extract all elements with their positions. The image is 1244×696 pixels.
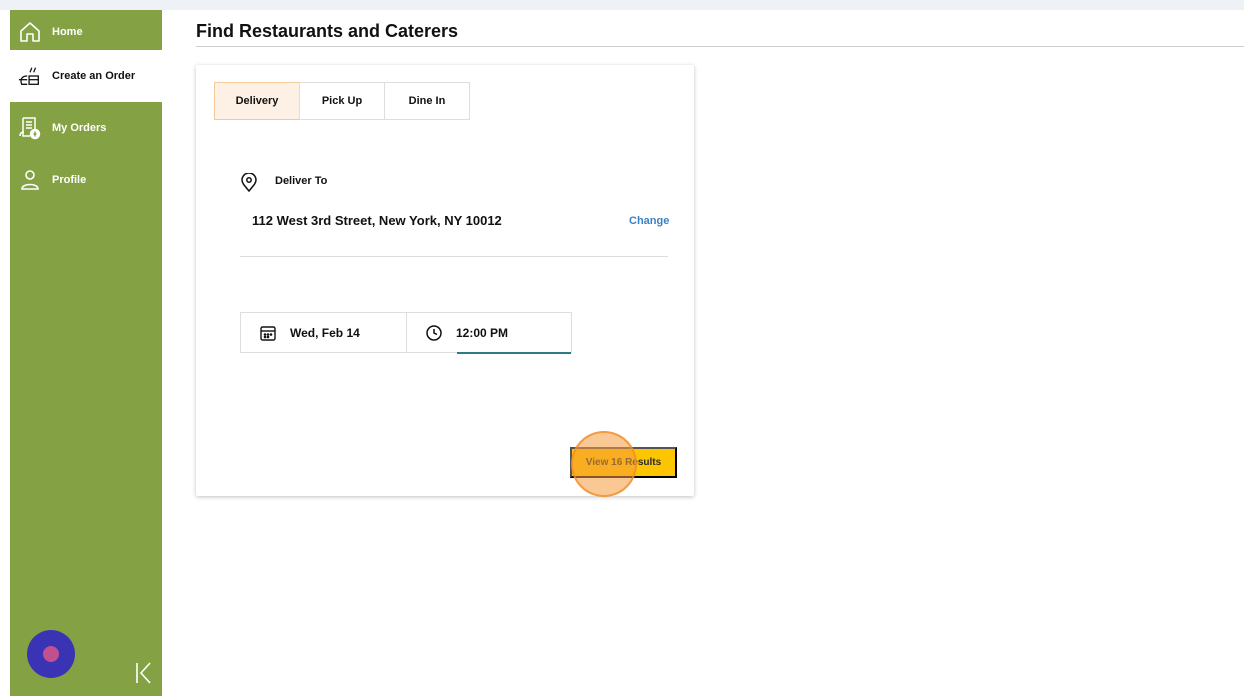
time-value: 12:00 PM <box>456 325 509 340</box>
time-field[interactable]: 12:00 PM <box>407 313 571 354</box>
sidebar-item-profile[interactable]: Profile <box>10 154 162 206</box>
tab-pick-up[interactable]: Pick Up <box>299 82 385 120</box>
sidebar-item-label: My Orders <box>52 122 107 134</box>
top-strip <box>0 0 1244 10</box>
collapse-chevron-icon[interactable] <box>134 660 154 686</box>
sidebar-item-my-orders[interactable]: My Orders <box>10 102 162 154</box>
create-order-icon <box>18 64 42 88</box>
assistant-fab-button[interactable] <box>27 630 75 678</box>
date-time-picker: Wed, Feb 14 12:00 PM <box>240 312 572 354</box>
date-value: Wed, Feb 14 <box>290 325 360 340</box>
assistant-dot-icon <box>43 646 59 662</box>
clock-icon <box>425 324 443 342</box>
calendar-icon <box>259 324 277 342</box>
sidebar-item-label: Profile <box>52 174 87 186</box>
home-icon <box>18 20 42 44</box>
sidebar: Home Create an Order My Orders Profile <box>10 10 162 696</box>
sidebar-item-create-order[interactable]: Create an Order <box>10 50 162 102</box>
location-pin-icon <box>240 172 258 193</box>
search-card: Delivery Pick Up Dine In Deliver To 112 … <box>196 65 694 496</box>
title-divider <box>196 46 1244 47</box>
change-address-link[interactable]: Change <box>629 215 669 227</box>
page-title: Find Restaurants and Caterers <box>196 21 459 41</box>
delivery-address: 112 West 3rd Street, New York, NY 10012 <box>252 213 502 228</box>
view-results-button[interactable]: View 16 Results <box>570 447 677 478</box>
tab-delivery[interactable]: Delivery <box>214 82 300 120</box>
tab-dine-in[interactable]: Dine In <box>384 82 470 120</box>
section-divider <box>240 256 668 257</box>
order-type-tabs: Delivery Pick Up Dine In <box>214 82 470 120</box>
date-field[interactable]: Wed, Feb 14 <box>241 313 407 352</box>
time-field-underline <box>457 352 571 354</box>
sidebar-item-label: Create an Order <box>52 70 136 82</box>
profile-icon <box>18 168 42 192</box>
sidebar-item-label: Home <box>52 26 83 38</box>
orders-list-icon <box>18 116 42 140</box>
deliver-to-label: Deliver To <box>275 175 328 187</box>
